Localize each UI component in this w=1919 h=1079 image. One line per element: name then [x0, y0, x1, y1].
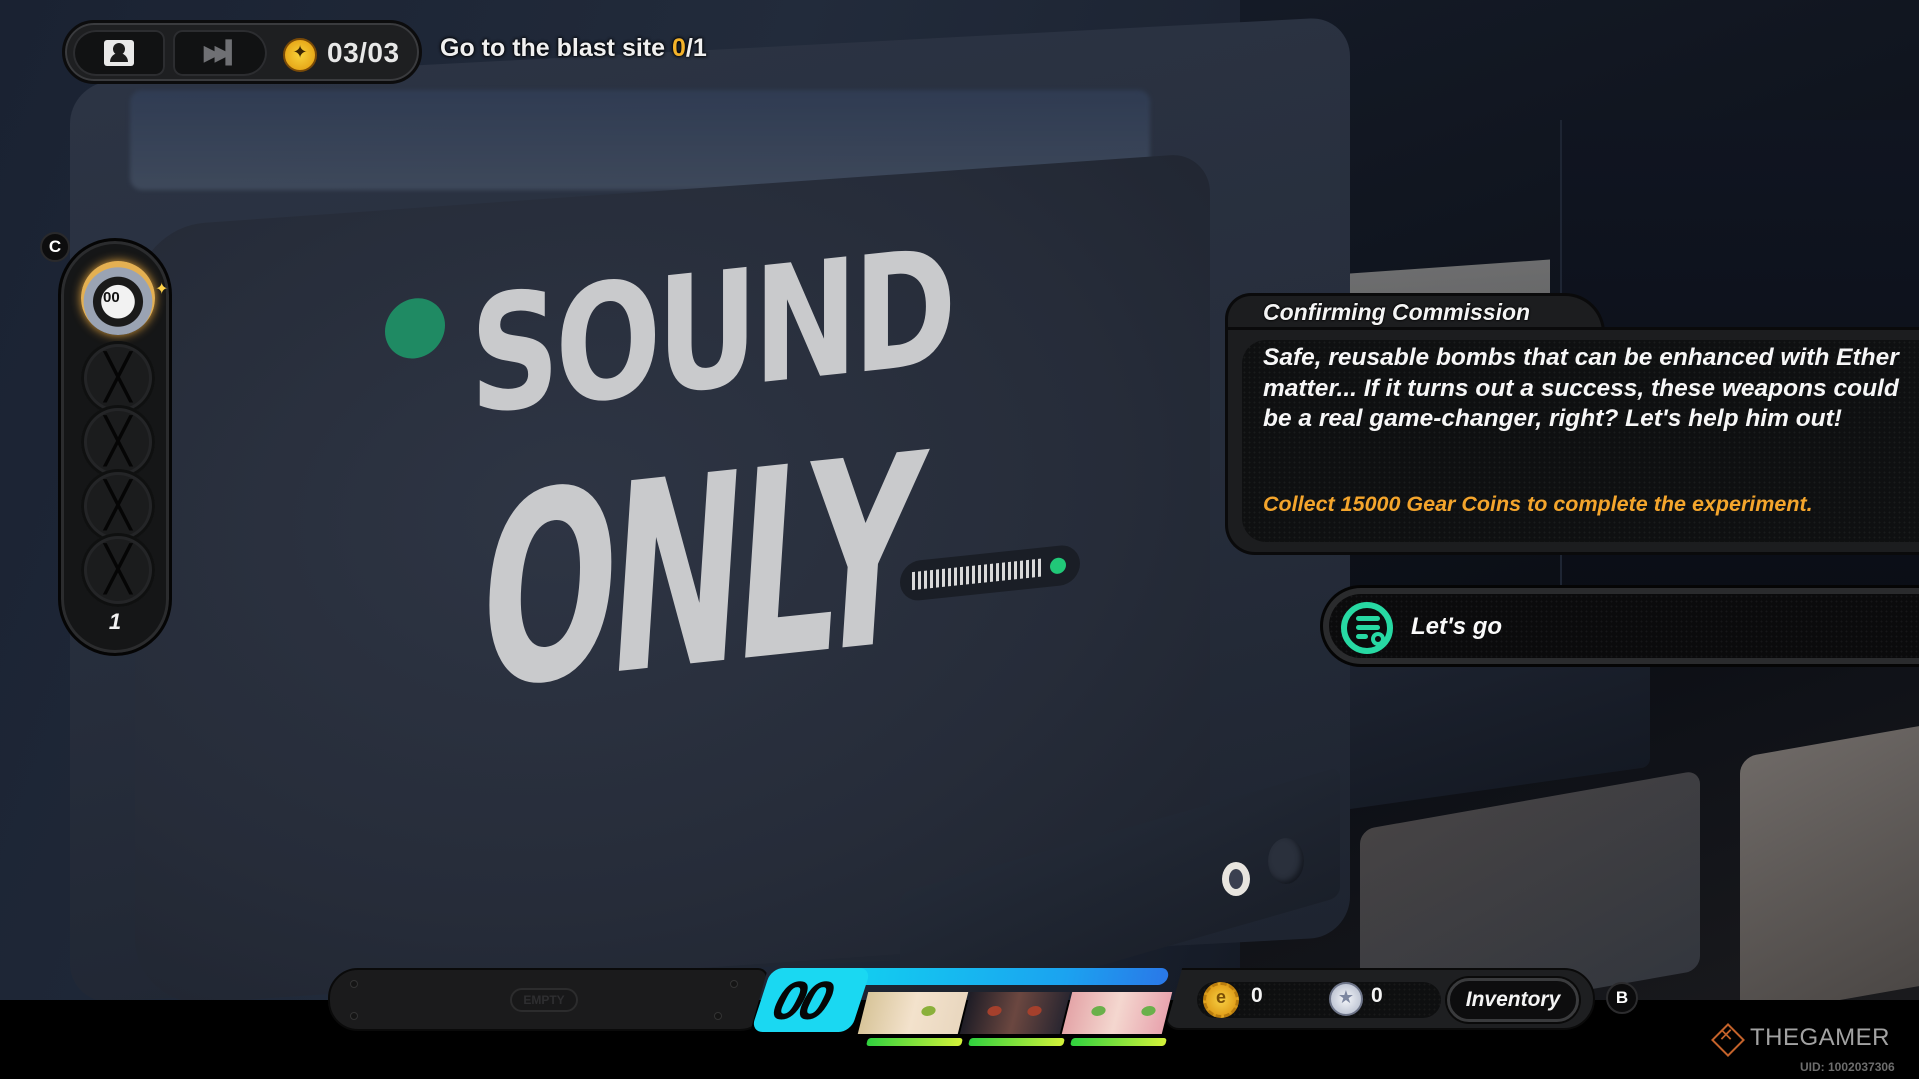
sparkle-icon: ✦ [155, 279, 169, 298]
objective-tracker: Go to the blast site 0/1 [440, 34, 707, 63]
agent-eye [1090, 1006, 1107, 1016]
empty-item-badge: EMPTY [510, 988, 578, 1012]
tv-knob [1268, 838, 1304, 884]
audio-meter [900, 543, 1080, 603]
objective-label: Go to the blast site [440, 34, 666, 62]
gear-coin-count: 0 [1251, 984, 1263, 1007]
squad-logo: 00 [750, 968, 872, 1032]
lets-go-option[interactable]: Let's go [1320, 585, 1919, 667]
bangboo-panel: 00 ✦ ╳ ╳ ╳ ╳ 1 [58, 238, 172, 656]
agent-portrait[interactable] [1061, 992, 1173, 1034]
gear-coin-icon [1203, 982, 1239, 1018]
screw-icon [730, 980, 738, 988]
skip-button[interactable]: ▶▶▍ [173, 30, 267, 76]
lets-go-label: Let's go [1411, 613, 1503, 640]
agent-hp-bar [866, 1038, 963, 1046]
agent-eye [1140, 1006, 1157, 1016]
x-icon: ╳ [104, 352, 132, 403]
empty-slot: ╳ [81, 405, 155, 479]
commission-count: 03/03 [327, 37, 400, 68]
objective-separator: / [685, 34, 693, 62]
agent-eye [986, 1006, 1003, 1016]
empty-slot: ╳ [81, 469, 155, 543]
player-uid: UID: 1002037306 [1800, 1060, 1895, 1074]
agent-portrait[interactable] [857, 992, 969, 1034]
agent-hp-bar [968, 1038, 1065, 1046]
bangboo-face-icon: 00 [103, 289, 120, 306]
empty-slot: ╳ [81, 341, 155, 415]
bangboo-avatar[interactable]: 00 [81, 261, 155, 335]
profile-button[interactable] [73, 30, 165, 76]
currency-panel: 0 0 Inventory [1165, 968, 1595, 1030]
squad-energy-bar [821, 968, 1170, 985]
item-slot-panel: EMPTY [328, 968, 768, 1031]
commission-coin-icon [283, 38, 317, 72]
agent-hp-bar [1070, 1038, 1167, 1046]
only-text: ONLY [471, 398, 923, 749]
hotkey-c-badge: C [40, 232, 70, 262]
empty-slot: ╳ [81, 533, 155, 607]
thegamer-watermark: THEGAMER [1708, 1020, 1890, 1056]
profile-icon [104, 40, 134, 66]
commission-dialog: Confirming Commission Safe, reusable bom… [1225, 293, 1919, 555]
screw-icon [714, 1012, 722, 1020]
dialog-goal: Collect 15000 Gear Coins to complete the… [1263, 492, 1813, 516]
squad-logo-text: 00 [764, 971, 837, 1031]
bangboo-count: 1 [108, 609, 122, 634]
fast-forward-icon: ▶▶▍ [203, 40, 243, 66]
x-icon: ╳ [104, 416, 132, 467]
option-icon-line [1356, 616, 1380, 621]
agent-portrait[interactable] [959, 992, 1071, 1034]
agent-eye [1026, 1006, 1043, 1016]
dialog-title: Confirming Commission [1263, 299, 1531, 325]
x-icon: ╳ [104, 480, 132, 531]
option-icon-line [1356, 625, 1380, 630]
screw-icon [350, 1012, 358, 1020]
background-screen-right [1740, 722, 1919, 1018]
x-icon: ╳ [104, 544, 132, 595]
sound-only-display: SOUND ONLY [385, 212, 1090, 757]
star-coin-count: 0 [1371, 984, 1383, 1007]
screw-icon [350, 980, 358, 988]
objective-progress: 0 [671, 34, 686, 62]
option-icon-line [1356, 634, 1368, 639]
dialog-text: Safe, reusable bombs that can be enhance… [1263, 344, 1899, 432]
meter-led [1050, 556, 1066, 575]
option-background: Let's go [1329, 594, 1919, 658]
audio-waveform [912, 558, 1042, 591]
hotkey-b-badge: B [1606, 982, 1638, 1014]
objective-total: 1 [692, 34, 707, 62]
inventory-button[interactable]: Inventory [1447, 978, 1579, 1022]
thegamer-logo-icon [1708, 1020, 1744, 1056]
star-coin-icon [1329, 982, 1363, 1016]
top-hud-bar: ▶▶▍ 03/03 [62, 20, 422, 84]
tv-power-led [1222, 862, 1250, 896]
dialog-option-icon [1341, 602, 1393, 654]
option-icon-dot [1371, 632, 1385, 646]
agent-eye [920, 1006, 937, 1016]
watermark-brand: THEGAMER [1750, 1024, 1891, 1051]
squad-panel: 00 [750, 966, 1173, 1050]
